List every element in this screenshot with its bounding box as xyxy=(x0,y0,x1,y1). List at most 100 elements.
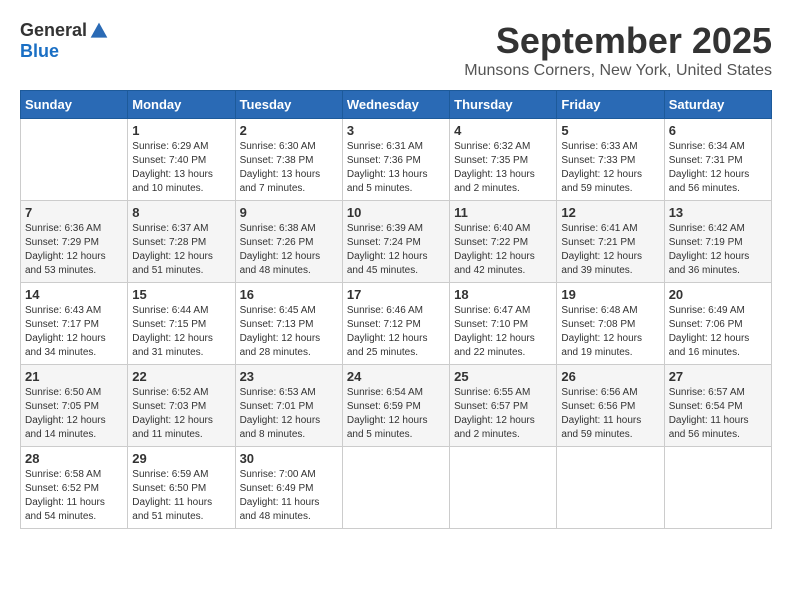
calendar-cell: 19 Sunrise: 6:48 AMSunset: 7:08 PMDayligh… xyxy=(557,283,664,365)
calendar-cell: 25 Sunrise: 6:55 AMSunset: 6:57 PMDayligh… xyxy=(450,365,557,447)
day-info: Sunrise: 6:56 AMSunset: 6:56 PMDaylight:… xyxy=(561,386,659,442)
day-number: 1 xyxy=(132,123,230,138)
week-row-4: 21 Sunrise: 6:50 AMSunset: 7:05 PMDayligh… xyxy=(21,365,772,447)
day-info: Sunrise: 6:34 AMSunset: 7:31 PMDaylight:… xyxy=(669,140,767,196)
calendar-cell: 18 Sunrise: 6:47 AMSunset: 7:10 PMDayligh… xyxy=(450,283,557,365)
day-info: Sunrise: 6:30 AMSunset: 7:38 PMDaylight:… xyxy=(240,140,338,196)
weekday-header-sunday: Sunday xyxy=(21,91,128,119)
day-info: Sunrise: 6:53 AMSunset: 7:01 PMDaylight:… xyxy=(240,386,338,442)
calendar-cell: 13 Sunrise: 6:42 AMSunset: 7:19 PMDayligh… xyxy=(664,201,771,283)
calendar-cell: 4 Sunrise: 6:32 AMSunset: 7:35 PMDaylight… xyxy=(450,119,557,201)
weekday-header-monday: Monday xyxy=(128,91,235,119)
day-info: Sunrise: 6:57 AMSunset: 6:54 PMDaylight:… xyxy=(669,386,767,442)
day-info: Sunrise: 6:41 AMSunset: 7:21 PMDaylight:… xyxy=(561,222,659,278)
calendar-cell: 30Sunrise: 7:00 AMSunset: 6:49 PMDayligh… xyxy=(235,447,342,529)
calendar-cell: 8 Sunrise: 6:37 AMSunset: 7:28 PMDaylight… xyxy=(128,201,235,283)
day-number: 16 xyxy=(240,287,338,302)
day-info: Sunrise: 6:40 AMSunset: 7:22 PMDaylight:… xyxy=(454,222,552,278)
day-number: 26 xyxy=(561,369,659,384)
day-number: 29 xyxy=(132,451,230,466)
day-info: Sunrise: 6:49 AMSunset: 7:06 PMDaylight:… xyxy=(669,304,767,360)
calendar-cell xyxy=(342,447,449,529)
day-info: Sunrise: 6:54 AMSunset: 6:59 PMDaylight:… xyxy=(347,386,445,442)
week-row-3: 14Sunrise: 6:43 AMSunset: 7:17 PMDayligh… xyxy=(21,283,772,365)
day-info: Sunrise: 6:59 AMSunset: 6:50 PMDaylight:… xyxy=(132,468,230,524)
calendar-cell: 17Sunrise: 6:46 AMSunset: 7:12 PMDayligh… xyxy=(342,283,449,365)
day-number: 25 xyxy=(454,369,552,384)
day-info: Sunrise: 6:38 AMSunset: 7:26 PMDaylight:… xyxy=(240,222,338,278)
calendar-cell xyxy=(21,119,128,201)
calendar-cell: 3 Sunrise: 6:31 AMSunset: 7:36 PMDaylight… xyxy=(342,119,449,201)
week-row-1: 1Sunrise: 6:29 AMSunset: 7:40 PMDaylight… xyxy=(21,119,772,201)
logo-general: General xyxy=(20,20,87,41)
day-number: 17 xyxy=(347,287,445,302)
weekday-header-row: SundayMondayTuesdayWednesdayThursdayFrid… xyxy=(21,91,772,119)
day-number: 2 xyxy=(240,123,338,138)
calendar-cell: 11 Sunrise: 6:40 AMSunset: 7:22 PMDayligh… xyxy=(450,201,557,283)
day-number: 5 xyxy=(561,123,659,138)
calendar-cell: 1Sunrise: 6:29 AMSunset: 7:40 PMDaylight… xyxy=(128,119,235,201)
day-number: 11 xyxy=(454,205,552,220)
day-info: Sunrise: 6:50 AMSunset: 7:05 PMDaylight:… xyxy=(25,386,123,442)
day-info: Sunrise: 6:31 AMSunset: 7:36 PMDaylight:… xyxy=(347,140,445,196)
day-number: 19 xyxy=(561,287,659,302)
day-number: 22 xyxy=(132,369,230,384)
day-info: Sunrise: 6:37 AMSunset: 7:28 PMDaylight:… xyxy=(132,222,230,278)
calendar-cell: 6 Sunrise: 6:34 AMSunset: 7:31 PMDaylight… xyxy=(664,119,771,201)
week-row-2: 7 Sunrise: 6:36 AMSunset: 7:29 PMDaylight… xyxy=(21,201,772,283)
calendar-cell: 20 Sunrise: 6:49 AMSunset: 7:06 PMDayligh… xyxy=(664,283,771,365)
day-number: 3 xyxy=(347,123,445,138)
day-number: 21 xyxy=(25,369,123,384)
day-number: 7 xyxy=(25,205,123,220)
page-header: General Blue September 2025 Munsons Corn… xyxy=(20,20,772,80)
calendar-cell: 2 Sunrise: 6:30 AMSunset: 7:38 PMDaylight… xyxy=(235,119,342,201)
day-info: Sunrise: 6:44 AMSunset: 7:15 PMDaylight:… xyxy=(132,304,230,360)
day-number: 13 xyxy=(669,205,767,220)
day-number: 18 xyxy=(454,287,552,302)
day-info: Sunrise: 6:42 AMSunset: 7:19 PMDaylight:… xyxy=(669,222,767,278)
day-info: Sunrise: 6:52 AMSunset: 7:03 PMDaylight:… xyxy=(132,386,230,442)
weekday-header-wednesday: Wednesday xyxy=(342,91,449,119)
day-info: Sunrise: 6:45 AMSunset: 7:13 PMDaylight:… xyxy=(240,304,338,360)
day-number: 10 xyxy=(347,205,445,220)
day-number: 8 xyxy=(132,205,230,220)
location: Munsons Corners, New York, United States xyxy=(464,62,772,80)
title-block: September 2025 Munsons Corners, New York… xyxy=(464,20,772,80)
day-number: 28 xyxy=(25,451,123,466)
weekday-header-thursday: Thursday xyxy=(450,91,557,119)
day-number: 4 xyxy=(454,123,552,138)
calendar-cell: 7 Sunrise: 6:36 AMSunset: 7:29 PMDaylight… xyxy=(21,201,128,283)
calendar-cell xyxy=(664,447,771,529)
calendar-cell: 16 Sunrise: 6:45 AMSunset: 7:13 PMDayligh… xyxy=(235,283,342,365)
day-number: 12 xyxy=(561,205,659,220)
calendar-cell: 23 Sunrise: 6:53 AMSunset: 7:01 PMDayligh… xyxy=(235,365,342,447)
weekday-header-friday: Friday xyxy=(557,91,664,119)
day-number: 15 xyxy=(132,287,230,302)
week-row-5: 28 Sunrise: 6:58 AMSunset: 6:52 PMDayligh… xyxy=(21,447,772,529)
calendar-cell: 15 Sunrise: 6:44 AMSunset: 7:15 PMDayligh… xyxy=(128,283,235,365)
weekday-header-saturday: Saturday xyxy=(664,91,771,119)
day-number: 23 xyxy=(240,369,338,384)
calendar-cell: 26 Sunrise: 6:56 AMSunset: 6:56 PMDayligh… xyxy=(557,365,664,447)
calendar-cell: 14Sunrise: 6:43 AMSunset: 7:17 PMDayligh… xyxy=(21,283,128,365)
day-info: Sunrise: 7:00 AMSunset: 6:49 PMDaylight:… xyxy=(240,468,338,524)
day-info: Sunrise: 6:43 AMSunset: 7:17 PMDaylight:… xyxy=(25,304,123,360)
day-number: 20 xyxy=(669,287,767,302)
calendar-cell: 9Sunrise: 6:38 AMSunset: 7:26 PMDaylight… xyxy=(235,201,342,283)
day-info: Sunrise: 6:47 AMSunset: 7:10 PMDaylight:… xyxy=(454,304,552,360)
calendar-cell: 12 Sunrise: 6:41 AMSunset: 7:21 PMDayligh… xyxy=(557,201,664,283)
logo: General Blue xyxy=(20,20,109,62)
calendar-cell: 28 Sunrise: 6:58 AMSunset: 6:52 PMDayligh… xyxy=(21,447,128,529)
calendar-cell: 10 Sunrise: 6:39 AMSunset: 7:24 PMDayligh… xyxy=(342,201,449,283)
day-number: 6 xyxy=(669,123,767,138)
day-info: Sunrise: 6:55 AMSunset: 6:57 PMDaylight:… xyxy=(454,386,552,442)
day-number: 24 xyxy=(347,369,445,384)
day-info: Sunrise: 6:33 AMSunset: 7:33 PMDaylight:… xyxy=(561,140,659,196)
day-info: Sunrise: 6:58 AMSunset: 6:52 PMDaylight:… xyxy=(25,468,123,524)
calendar-cell: 5 Sunrise: 6:33 AMSunset: 7:33 PMDaylight… xyxy=(557,119,664,201)
day-info: Sunrise: 6:36 AMSunset: 7:29 PMDaylight:… xyxy=(25,222,123,278)
day-info: Sunrise: 6:32 AMSunset: 7:35 PMDaylight:… xyxy=(454,140,552,196)
day-info: Sunrise: 6:39 AMSunset: 7:24 PMDaylight:… xyxy=(347,222,445,278)
logo-blue: Blue xyxy=(20,41,59,62)
day-info: Sunrise: 6:48 AMSunset: 7:08 PMDaylight:… xyxy=(561,304,659,360)
